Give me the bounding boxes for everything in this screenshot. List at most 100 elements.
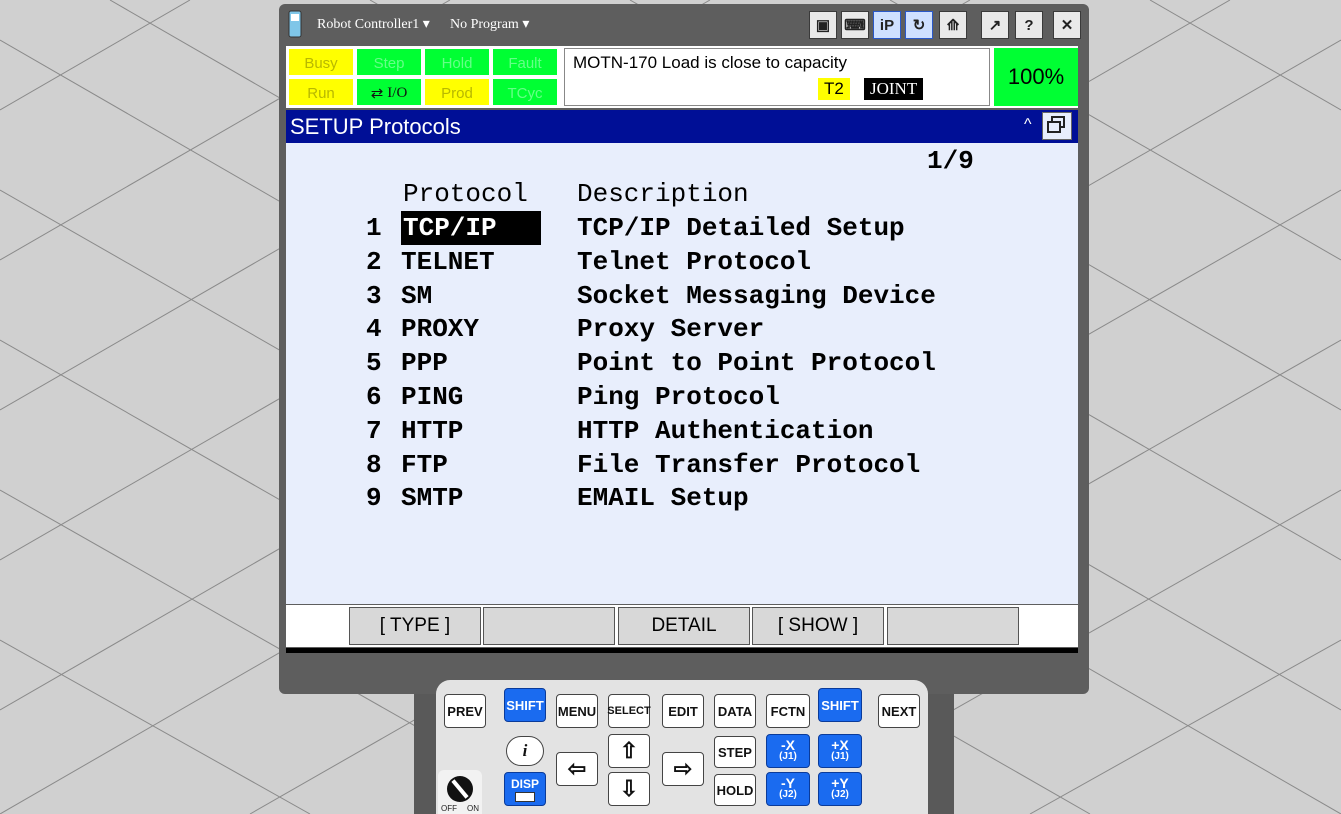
keyboard-icon[interactable]: ⌨ (841, 11, 869, 39)
switch-knob-icon (447, 776, 473, 802)
function-key-f5[interactable] (887, 607, 1019, 645)
menu-key[interactable]: MENU (556, 694, 598, 728)
protocol-name[interactable]: HTTP (401, 416, 463, 446)
protocol-name[interactable]: SM (401, 281, 432, 311)
chevron-down-icon: ▾ (422, 17, 430, 32)
protocol-name[interactable]: TCP/IP (401, 211, 541, 245)
jog-j2-label: (J2) (779, 789, 797, 800)
jog-plus-x-key[interactable]: +X (J1) (818, 734, 862, 768)
protocol-name[interactable]: FTP (401, 450, 448, 480)
row-number: 3 (366, 280, 382, 311)
protocol-name[interactable]: PING (401, 382, 463, 412)
protocol-description: HTTP Authentication (577, 415, 874, 446)
row-number: 1 (366, 213, 382, 243)
program-selector[interactable]: No Program ▾ (450, 16, 529, 33)
maximize-icon[interactable] (1042, 112, 1072, 140)
arrow-left-key[interactable]: ⇦ (556, 752, 598, 786)
switch-on-label: ON (467, 804, 479, 813)
row-number: 9 (366, 483, 382, 514)
arrow-down-icon: ⇩ (619, 776, 639, 801)
protocol-description: EMAIL Setup (577, 483, 749, 514)
jog-minus-x-label: -X (781, 737, 795, 753)
arrow-right-key[interactable]: ⇨ (662, 752, 704, 786)
protocol-description: File Transfer Protocol (577, 449, 921, 480)
jog-minus-x-key[interactable]: -X (J1) (766, 734, 810, 768)
jog-plus-x-label: +X (831, 737, 849, 753)
arrow-up-key[interactable]: ⇧ (608, 734, 650, 768)
external-link-icon[interactable]: ↗ (981, 11, 1009, 39)
coord-badge: JOINT (864, 78, 924, 100)
protocol-name[interactable]: PPP (401, 348, 448, 378)
protocol-name[interactable]: TELNET (401, 247, 495, 277)
help-icon[interactable]: ? (1015, 11, 1043, 39)
pendant-app-icon (288, 10, 302, 38)
disp-key[interactable]: DISP (504, 772, 546, 806)
protocol-description: TCP/IP Detailed Setup (577, 213, 905, 243)
screen-title: SETUP Protocols (290, 114, 461, 139)
io-icon: ⇄ (370, 85, 384, 102)
controller-name: Robot Controller1 (317, 17, 420, 32)
teach-pendant-icon[interactable]: ▣ (809, 11, 837, 39)
status-panel: Busy Step Hold Fault Run ⇄ I/O Prod TCyc … (286, 46, 1078, 108)
protocol-name[interactable]: SMTP (401, 483, 463, 513)
jog-j1-label: (J1) (779, 751, 797, 762)
shift-key-right[interactable]: SHIFT (818, 688, 862, 722)
protocol-description: Telnet Protocol (577, 246, 812, 277)
led-io: ⇄ I/O (356, 78, 422, 106)
jog-plus-y-key[interactable]: +Y (J2) (818, 772, 862, 806)
hold-key[interactable]: HOLD (714, 774, 756, 806)
arrow-left-icon: ⇦ (567, 756, 587, 781)
window-icon (515, 791, 535, 802)
edit-key[interactable]: EDIT (662, 694, 704, 728)
led-busy: Busy (288, 48, 354, 76)
disp-key-label: DISP (510, 776, 539, 791)
robot-icon[interactable]: ⟰ (939, 11, 967, 39)
function-key-f4[interactable]: [ SHOW ] (752, 607, 884, 645)
close-icon[interactable]: ✕ (1053, 11, 1081, 39)
protocol-description: Socket Messaging Device (577, 280, 936, 311)
row-number: 8 (366, 449, 382, 480)
row-number: 6 (366, 382, 382, 412)
ip-icon[interactable]: iP (873, 11, 901, 39)
data-key[interactable]: DATA (714, 694, 756, 728)
column-header-description: Description (577, 179, 749, 209)
step-key[interactable]: STEP (714, 736, 756, 768)
keypad: PREV SHIFT MENU SELECT EDIT DATA FCTN SH… (436, 680, 928, 814)
row-number: 4 (366, 314, 382, 345)
speed-override[interactable]: 100% (994, 48, 1078, 106)
prev-key[interactable]: PREV (444, 694, 486, 728)
protocol-name[interactable]: PROXY (401, 314, 479, 344)
jog-j2-label: (J2) (831, 789, 849, 800)
shift-key-left[interactable]: SHIFT (504, 688, 546, 722)
message-box: MOTN-170 Load is close to capacity (564, 48, 990, 106)
screen-titlebar: SETUP Protocols ^ (286, 110, 1078, 143)
column-header-protocol: Protocol (403, 179, 528, 209)
arrow-down-key[interactable]: ⇩ (608, 772, 650, 806)
function-key-f1[interactable]: [ TYPE ] (349, 607, 481, 645)
info-key[interactable]: i (506, 736, 544, 766)
jog-minus-y-label: -Y (781, 775, 795, 791)
page-indicator: 1/9 (927, 146, 974, 176)
function-key-f2[interactable] (483, 607, 615, 645)
led-prod: Prod (424, 78, 490, 106)
program-name: No Program (450, 17, 519, 32)
function-key-f3[interactable]: DETAIL (618, 607, 750, 645)
led-step: Step (356, 48, 422, 76)
arrow-right-icon: ⇨ (673, 756, 693, 781)
controller-selector[interactable]: Robot Controller1 ▾ (317, 16, 430, 33)
led-tcyc: TCyc (492, 78, 558, 106)
window-titlebar: Robot Controller1 ▾ No Program ▾ ▣ ⌨ iP ↻ ⟰ ↗… (284, 6, 1086, 44)
mode-badge: T2 (818, 78, 850, 100)
main-screen: SETUP Protocols ^ 1/9 Protocol Descripti… (286, 110, 1078, 604)
arrow-up-icon: ⇧ (619, 738, 639, 763)
select-key[interactable]: SELECT (607, 694, 651, 728)
protocol-description: Proxy Server (577, 314, 765, 345)
jog-j1-label: (J1) (831, 751, 849, 762)
refresh-icon[interactable]: ↻ (905, 11, 933, 39)
next-key[interactable]: NEXT (878, 694, 920, 728)
fctn-key[interactable]: FCTN (766, 694, 810, 728)
caret-up-icon[interactable]: ^ (1024, 116, 1032, 134)
jog-minus-y-key[interactable]: -Y (J2) (766, 772, 810, 806)
row-number: 2 (366, 246, 382, 277)
enable-switch[interactable]: OFF ON (438, 770, 482, 814)
